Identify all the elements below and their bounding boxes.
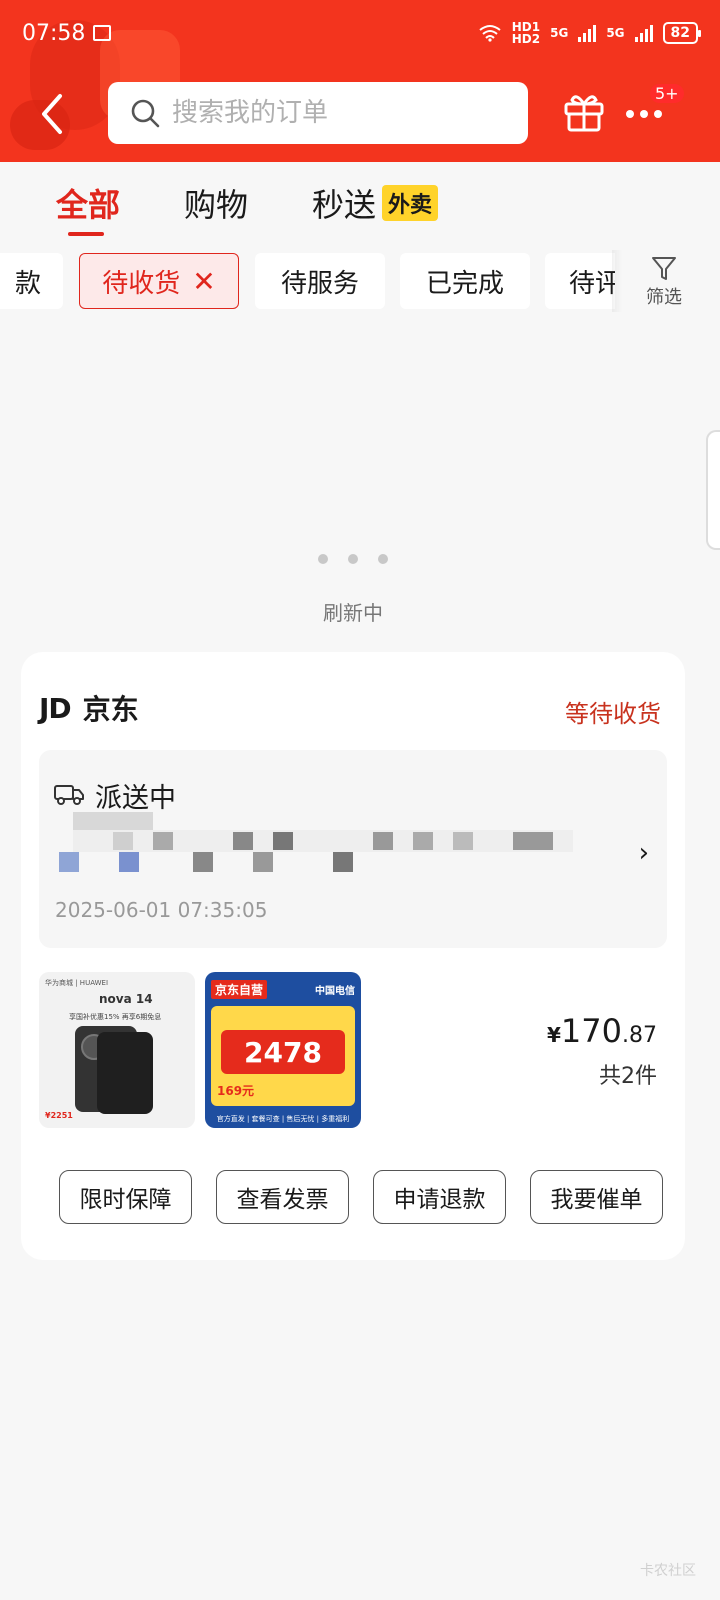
truck-icon (54, 785, 84, 805)
search-bar[interactable] (108, 82, 528, 144)
sim1-label: 5G (550, 26, 569, 40)
jd-logo: JD (39, 691, 72, 725)
filter-label: 筛选 (646, 287, 682, 308)
status-bar: 07:58 HD1 HD2 5G 5G 82 (22, 18, 702, 48)
close-icon[interactable]: ✕ (192, 265, 215, 298)
limited-guarantee-button[interactable]: 限时保障 (59, 1170, 192, 1224)
status-filter-chips: 款 待收货 ✕ 待服务 已完成 待评 (0, 253, 615, 311)
shop-header[interactable]: JD 京东 (39, 688, 139, 728)
order-type-tabs: 全部 购物 秒送 外卖 (56, 180, 502, 236)
status-time: 07:58 (22, 20, 86, 46)
hd2-label: HD2 (511, 32, 541, 46)
chevron-right-icon[interactable]: › (639, 838, 649, 868)
filter-button[interactable]: 筛选 (636, 255, 692, 309)
request-refund-button[interactable]: 申请退款 (373, 1170, 506, 1224)
side-drawer-handle[interactable] (706, 430, 720, 550)
loading-indicator (318, 554, 388, 564)
gift-button[interactable] (562, 90, 606, 134)
delivery-info[interactable]: 派送中 2025-06-01 07:35:05 › (39, 750, 667, 948)
chip-completed[interactable]: 已完成 (400, 253, 530, 309)
product-image-phone[interactable]: 华为商城 | HUAWEI nova 14 享国补优惠15% 再享6期免息 ¥2… (39, 972, 195, 1128)
phone-illustration (97, 1032, 153, 1114)
tab-shopping[interactable]: 购物 (184, 180, 248, 226)
gift-icon (564, 95, 604, 132)
gallery-icon (93, 25, 112, 41)
price-integer: 170 (560, 1012, 622, 1050)
plan-panel: 2478 169元 (211, 1006, 355, 1106)
chip-pending-receipt-label: 待收货 (102, 268, 181, 299)
app-header: 07:58 HD1 HD2 5G 5G 82 5+ (0, 0, 720, 162)
order-status: 等待收货 (565, 700, 661, 728)
tab-instant-delivery-label: 秒送 (312, 186, 377, 224)
search-input[interactable] (172, 98, 492, 128)
product-model: nova 14 (99, 992, 153, 1006)
plan-price: 169元 (217, 1084, 255, 1098)
view-invoice-button[interactable]: 查看发票 (216, 1170, 349, 1224)
product-thumbnails: 华为商城 | HUAWEI nova 14 享国补优惠15% 再享6期免息 ¥2… (39, 972, 361, 1128)
product-image-telecom[interactable]: 京东自营 中国电信 2478 169元 官方直发 | 套餐可查 | 售后无忧 |… (205, 972, 361, 1128)
self-operated-tag: 京东自营 (211, 979, 268, 999)
plan-footer: 官方直发 | 套餐可查 | 售后无忧 | 多重福利 (216, 1115, 350, 1123)
price-currency: ¥ (547, 1023, 561, 1047)
loading-text: 刷新中 (323, 601, 383, 625)
signal-icon (578, 24, 597, 42)
delivery-time: 2025-06-01 07:35:05 (55, 898, 268, 922)
battery-indicator: 82 (662, 22, 702, 44)
sim2-label: 5G (606, 26, 625, 40)
more-dots-icon (626, 110, 676, 118)
tab-instant-delivery[interactable]: 秒送 外卖 (312, 180, 439, 226)
delivery-status-title: 派送中 (95, 783, 176, 814)
plan-amount: 2478 (221, 1030, 345, 1074)
tab-all[interactable]: 全部 (56, 180, 120, 236)
funnel-icon (652, 257, 676, 280)
product-brand: 华为商城 | HUAWEI (45, 979, 109, 987)
signal-icon (634, 24, 653, 42)
redacted-address (53, 812, 573, 884)
order-card[interactable]: JD 京东 等待收货 派送中 2025-06-01 07:35:05 › 华为商… (21, 652, 685, 1260)
watermark: 卡农社区 (640, 1563, 696, 1579)
chip-refund[interactable]: 款 (0, 253, 63, 309)
product-price: ¥2251 (45, 1111, 73, 1120)
product-promo: 享国补优惠15% 再享6期免息 (69, 1013, 162, 1021)
price-decimal: .87 (622, 1023, 657, 1048)
order-price: ¥170.87 共2件 (547, 1012, 657, 1090)
chip-pending-review[interactable]: 待评 (545, 253, 615, 309)
item-count: 共2件 (599, 1064, 657, 1089)
wifi-icon (479, 25, 501, 42)
urge-order-button[interactable]: 我要催单 (530, 1170, 663, 1224)
notification-badge: 5+ (650, 84, 684, 103)
back-button[interactable] (38, 92, 68, 136)
order-actions: 限时保障 查看发票 申请退款 我要催单 (59, 1170, 663, 1224)
chips-fade (612, 250, 622, 312)
carrier-logo: 中国电信 (315, 985, 355, 997)
search-icon (131, 99, 160, 128)
chevron-left-icon (42, 94, 62, 134)
chip-pending-receipt[interactable]: 待收货 ✕ (79, 253, 239, 309)
chip-pending-service[interactable]: 待服务 (255, 253, 385, 309)
takeout-badge: 外卖 (382, 185, 439, 221)
more-options-button[interactable]: 5+ (626, 84, 684, 136)
shop-name: 京东 (82, 693, 139, 726)
